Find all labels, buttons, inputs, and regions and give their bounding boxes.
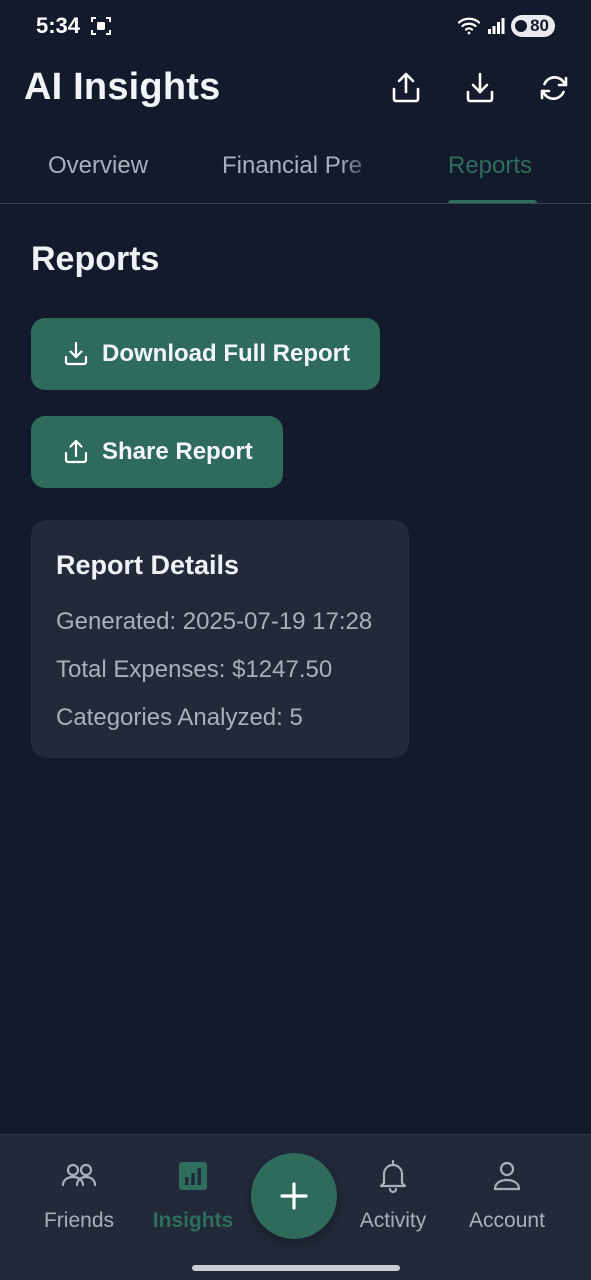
tab-overview[interactable]: Overview: [48, 152, 148, 180]
tab-reports[interactable]: Reports: [448, 152, 532, 180]
nav-label-insights: Insights: [152, 1209, 234, 1232]
share-button[interactable]: [384, 66, 428, 110]
nav-item-activity[interactable]: Activity: [333, 1157, 453, 1233]
signal-icon: [488, 18, 505, 34]
status-bar: 5:34 80: [0, 0, 591, 52]
friends-icon: [61, 1163, 97, 1187]
home-indicator[interactable]: [192, 1265, 400, 1271]
share-icon: [392, 72, 420, 103]
page-title: AI Insights: [24, 66, 221, 108]
generated-date: Generated: 2025-07-19 17:28: [56, 608, 373, 635]
nav-label-friends: Friends: [43, 1209, 115, 1232]
wifi-icon: [457, 17, 481, 35]
tab-active-indicator: [448, 200, 537, 203]
account-icon: [493, 1161, 521, 1191]
nav-label-account: Account: [469, 1209, 545, 1232]
refresh-icon: [540, 76, 568, 100]
refresh-button[interactable]: [532, 66, 576, 110]
nav-item-friends[interactable]: Friends: [19, 1157, 139, 1233]
share-report-button[interactable]: Share Report: [31, 416, 283, 488]
status-time: 5:34: [36, 13, 81, 38]
nav-label-activity: Activity: [359, 1209, 427, 1232]
screen-record-icon: [91, 17, 111, 35]
battery-saver-icon: [515, 20, 528, 32]
report-details-card: Report Details Generated: 2025-07-19 17:…: [31, 520, 409, 758]
categories-analyzed: Categories Analyzed: 5: [56, 704, 303, 731]
download-full-report-label: Download Full Report: [102, 340, 350, 367]
status-indicators: 80: [457, 14, 555, 38]
plus-icon: [280, 1182, 308, 1210]
download-full-report-button[interactable]: Download Full Report: [31, 318, 380, 390]
tab-bar: Overview Financial Pre Reports: [0, 130, 591, 204]
nav-item-account[interactable]: Account: [447, 1157, 567, 1233]
add-expense-fab[interactable]: [251, 1153, 337, 1239]
battery-level: 80: [530, 16, 549, 35]
download-button[interactable]: [458, 66, 502, 110]
nav-item-insights[interactable]: Insights: [133, 1157, 253, 1233]
app-screen: 5:34 80 AI Insights Overview Financial P…: [0, 0, 591, 1280]
battery-indicator: 80: [511, 15, 555, 37]
share-report-label: Share Report: [102, 438, 253, 465]
total-expenses: Total Expenses: $1247.50: [56, 656, 333, 683]
bottom-nav: Friends Insights Activity Account: [0, 1134, 591, 1280]
section-title: Reports: [31, 240, 160, 278]
insights-icon: [179, 1162, 207, 1190]
download-icon: [64, 341, 88, 366]
tab-fade-overlay: [340, 130, 380, 202]
download-icon: [466, 72, 494, 103]
share-icon: [64, 439, 88, 464]
bell-icon: [379, 1159, 407, 1194]
card-title: Report Details: [56, 550, 240, 580]
